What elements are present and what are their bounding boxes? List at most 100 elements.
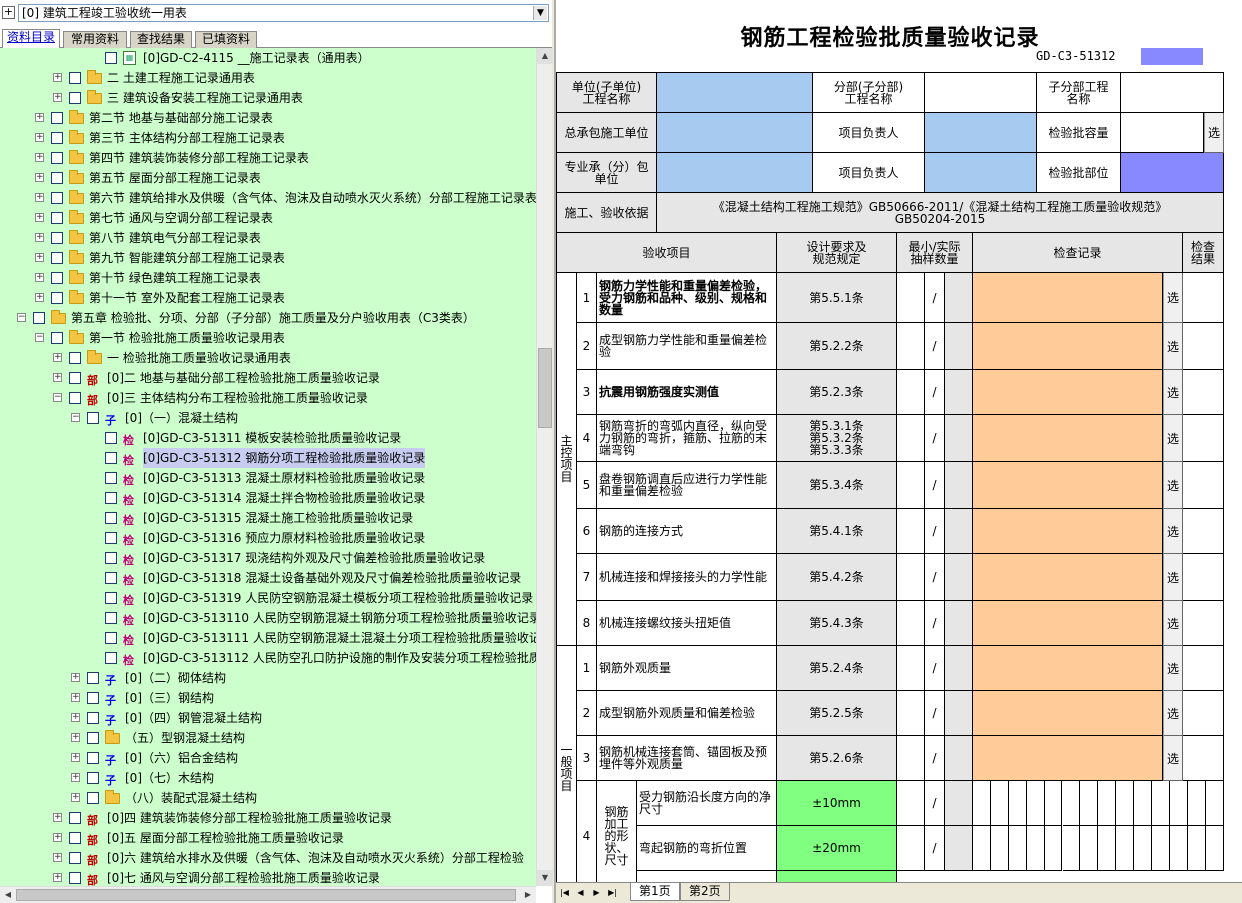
tree-item[interactable]: 检 [0]GD-C3-513112 人民防空孔口防护设施的制作及安装分项工程检验批…: [0, 648, 536, 668]
measure-cell[interactable]: [1008, 826, 1027, 871]
result-cell[interactable]: [1183, 323, 1224, 370]
tree-item-checkbox[interactable]: [51, 212, 63, 224]
tree-item-checkbox[interactable]: [105, 552, 117, 564]
tree-item-checkbox[interactable]: [105, 532, 117, 544]
scroll-down-icon[interactable]: ▼: [537, 870, 553, 886]
expand-icon[interactable]: +: [53, 853, 62, 862]
count-cell[interactable]: [897, 370, 925, 415]
expand-icon[interactable]: +: [35, 153, 44, 162]
count-cell[interactable]: [897, 415, 925, 462]
actual-count-cell[interactable]: [945, 736, 973, 781]
select-button[interactable]: 选: [1163, 509, 1183, 554]
tree-item-checkbox[interactable]: [105, 472, 117, 484]
select-button[interactable]: 选: [1163, 691, 1183, 736]
measure-cell[interactable]: [990, 826, 1009, 871]
tree-item-checkbox[interactable]: [51, 192, 63, 204]
select-button[interactable]: 选: [1163, 415, 1183, 462]
measure-cell[interactable]: [973, 781, 991, 826]
sheet-tab-page2[interactable]: 第2页: [680, 883, 730, 901]
tree-item[interactable]: + 第十一节 室外及配套工程施工记录表: [0, 288, 536, 308]
tree-item-checkbox[interactable]: [87, 792, 99, 804]
tree-item[interactable]: 检 [0]GD-C3-51312 钢筋分项工程检验批质量验收记录: [0, 448, 536, 468]
result-cell[interactable]: [1183, 736, 1224, 781]
tree-view[interactable]: ▦ [0]GD-C2-4115 __施工记录表（通用表） + 二 土建工程施工记录通用…: [0, 48, 536, 886]
expand-icon[interactable]: +: [35, 193, 44, 202]
tree-item[interactable]: + 一 检验批施工质量验收记录通用表: [0, 348, 536, 368]
count-cell[interactable]: [897, 323, 925, 370]
expand-icon[interactable]: +: [35, 293, 44, 302]
tree-item-checkbox[interactable]: [69, 72, 81, 84]
tree-item-checkbox[interactable]: [87, 732, 99, 744]
tree-item[interactable]: + 部 [0]五 屋面分部工程检验批施工质量验收记录: [0, 828, 536, 848]
measure-cell[interactable]: [1080, 826, 1099, 871]
tree-item[interactable]: + 第九节 智能建筑分部工程施工记录表: [0, 248, 536, 268]
tree-item-checkbox[interactable]: [105, 452, 117, 464]
tree-item[interactable]: + （八）装配式混凝土结构: [0, 788, 536, 808]
tree-item[interactable]: + 子 [0]（七）木结构: [0, 768, 536, 788]
tree-item[interactable]: + 第五节 屋面分部工程施工记录表: [0, 168, 536, 188]
tree-item-checkbox[interactable]: [69, 352, 81, 364]
actual-count-cell[interactable]: [945, 462, 973, 509]
tree-item[interactable]: 检 [0]GD-C3-51319 人民防空钢筋混凝土模板分项工程检验批质量验收记录: [0, 588, 536, 608]
tree-item[interactable]: + 部 [0]六 建筑给水排水及供暖（含气体、泡沫及自动喷水灭火系统）分部工程检验: [0, 848, 536, 868]
category-selector[interactable]: + [0] 建筑工程竣工验收统一用表 ▼: [2, 4, 549, 22]
measure-cell[interactable]: [1134, 781, 1152, 826]
record-cell[interactable]: [973, 554, 1163, 601]
general-contractor-field[interactable]: [657, 113, 813, 153]
measure-cell[interactable]: [973, 826, 991, 871]
expand-icon[interactable]: +: [71, 793, 80, 802]
spreadsheet[interactable]: 钢筋工程检验批质量验收记录 GD-C3-51312 单位(子单位) 工程名称 分部(…: [556, 0, 1242, 882]
select-button[interactable]: 选: [1163, 554, 1183, 601]
tree-item[interactable]: + 三 建筑设备安装工程施工记录通用表: [0, 88, 536, 108]
expand-button[interactable]: +: [2, 6, 15, 19]
record-cell[interactable]: [973, 415, 1163, 462]
expand-icon[interactable]: +: [71, 693, 80, 702]
measure-cell[interactable]: [1044, 781, 1063, 826]
expand-icon[interactable]: +: [53, 93, 62, 102]
measure-cell[interactable]: [1062, 781, 1081, 826]
expand-icon[interactable]: +: [35, 253, 44, 262]
measure-cell[interactable]: [1134, 826, 1152, 871]
expand-icon[interactable]: +: [71, 673, 80, 682]
tree-item-checkbox[interactable]: [33, 312, 45, 324]
measure-cell[interactable]: [1187, 826, 1206, 871]
batch-location-field[interactable]: [1121, 153, 1224, 193]
record-cell[interactable]: [973, 273, 1163, 323]
tree-item-checkbox[interactable]: [51, 252, 63, 264]
sub-subdivision-field[interactable]: [1121, 73, 1224, 113]
scroll-left-icon[interactable]: ◀: [0, 887, 16, 903]
actual-count-cell[interactable]: [945, 370, 973, 415]
tree-item[interactable]: + （五）型钢混凝土结构: [0, 728, 536, 748]
actual-count-cell[interactable]: [945, 646, 973, 691]
tree-item-checkbox[interactable]: [87, 772, 99, 784]
tab-search-results[interactable]: 查找结果: [130, 31, 192, 48]
tree-item[interactable]: 检 [0]GD-C3-513111 人民防空钢筋混凝土混凝土分项工程检验批质量验收…: [0, 628, 536, 648]
record-cell[interactable]: [973, 370, 1163, 415]
measure-cell[interactable]: [1169, 826, 1188, 871]
tree-item[interactable]: + 二 土建工程施工记录通用表: [0, 68, 536, 88]
tree-item[interactable]: 检 [0]GD-C3-51311 模板安装检验批质量验收记录: [0, 428, 536, 448]
tree-item[interactable]: − 第五章 检验批、分项、分部（子分部）施工质量及分户验收用表（C3类表）: [0, 308, 536, 328]
tree-item-checkbox[interactable]: [69, 812, 81, 824]
expand-icon[interactable]: +: [71, 753, 80, 762]
tree-item[interactable]: + 部 [0]二 地基与基础分部工程检验批施工质量验收记录: [0, 368, 536, 388]
record-cell[interactable]: [973, 509, 1163, 554]
record-cell[interactable]: [973, 323, 1163, 370]
category-combo[interactable]: [0] 建筑工程竣工验收统一用表 ▼: [18, 4, 549, 22]
record-cell[interactable]: [973, 462, 1163, 509]
expand-icon[interactable]: +: [35, 213, 44, 222]
expand-icon[interactable]: +: [71, 713, 80, 722]
expand-icon[interactable]: +: [53, 373, 62, 382]
actual-count-cell[interactable]: [945, 781, 973, 826]
measure-cell[interactable]: [1044, 826, 1063, 871]
tree-item[interactable]: + 部 [0]七 通风与空调分部工程检验批施工质量验收记录: [0, 868, 536, 886]
actual-count-cell[interactable]: [945, 323, 973, 370]
result-cell[interactable]: [1183, 370, 1224, 415]
tree-item-checkbox[interactable]: [87, 692, 99, 704]
tree-item-checkbox[interactable]: [51, 292, 63, 304]
measure-cell[interactable]: [990, 781, 1009, 826]
tree-item[interactable]: + 第六节 建筑给排水及供暖（含气体、泡沫及自动喷水灭火系统）分部工程施工记录表: [0, 188, 536, 208]
prev-sheet-icon[interactable]: ◀: [574, 886, 587, 900]
select-button[interactable]: 选: [1204, 113, 1224, 153]
measure-cell[interactable]: [1008, 781, 1027, 826]
